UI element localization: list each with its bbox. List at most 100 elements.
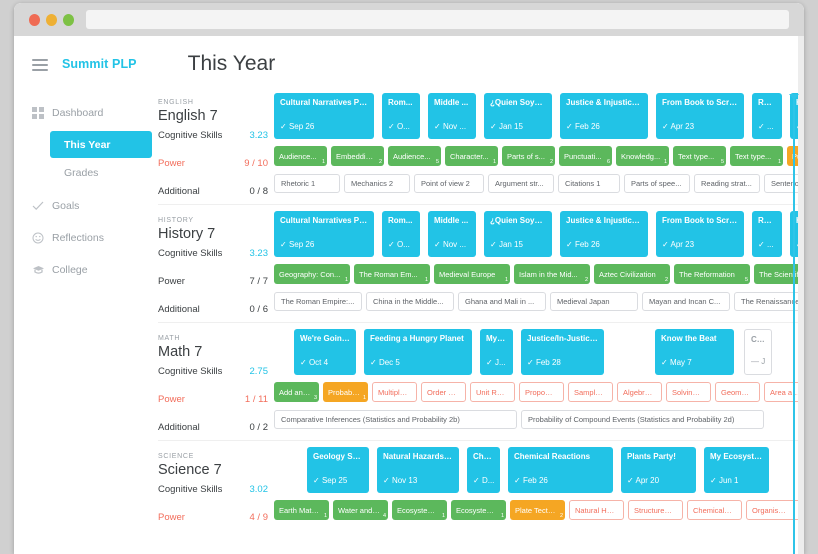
power-focus-chip[interactable]: Medieval Europe 1 [434, 264, 510, 284]
power-focus-chip[interactable]: Knowledg... 1 [616, 146, 669, 166]
subject-name[interactable]: Math 7 [158, 344, 268, 360]
power-focus-chip[interactable]: Text type... 1 [730, 146, 783, 166]
project-card[interactable]: Middle ... ✓ Nov ... [428, 93, 476, 139]
project-card[interactable]: Middle ... ✓ Nov ... [428, 211, 476, 257]
chip-label: Parts of spee... [631, 179, 682, 188]
power-focus-chip[interactable]: Embeddin... 2 [331, 146, 384, 166]
sidebar-item-this-year[interactable]: This Year [50, 131, 152, 158]
power-focus-chip[interactable]: Audience... 1 [274, 146, 327, 166]
address-bar[interactable] [86, 10, 789, 29]
additional-focus-chip[interactable]: Argument str... [488, 174, 554, 193]
project-card[interactable]: Plants Party! ✓ Apr 20 [621, 447, 696, 493]
graduation-cap-icon [32, 264, 52, 276]
project-card[interactable]: Geology Story ✓ Sep 25 [307, 447, 369, 493]
project-card[interactable]: CSI: ... — J... [744, 329, 772, 375]
project-card[interactable]: Myst... ✓ J... [480, 329, 513, 375]
window-controls[interactable] [29, 13, 74, 26]
maximize-window-button[interactable] [63, 13, 74, 26]
additional-focus-chip[interactable]: Parts of spee... [624, 174, 690, 193]
power-focus-chip[interactable]: Aztec Civilization 2 [594, 264, 670, 284]
power-focus-chip[interactable]: Algebrai... [617, 382, 662, 402]
additional-focus-chip[interactable]: Probability of Compound Events (Statisti… [521, 410, 764, 429]
subject-name[interactable]: Science 7 [158, 462, 268, 478]
power-focus-chip[interactable]: Order of... [421, 382, 466, 402]
additional-focus-chip[interactable]: Medieval Japan [550, 292, 638, 311]
power-focus-chip[interactable]: Multiply... [372, 382, 417, 402]
power-focus-chip[interactable]: Audience... 5 [388, 146, 441, 166]
project-card[interactable]: Rom... ✓ O... [382, 93, 420, 139]
power-focus-chip[interactable]: Add and... 3 [274, 382, 319, 402]
additional-focus-chip[interactable]: Mechanics 2 [344, 174, 410, 193]
power-focus-chip[interactable]: Organisms... [746, 500, 801, 520]
sidebar-item-reflections[interactable]: Reflections [32, 224, 158, 252]
power-focus-chip[interactable]: Ecosystem... 1 [392, 500, 447, 520]
brand-logo[interactable]: Summit PLP [62, 57, 137, 71]
power-focus-chip[interactable]: Plate Tecto... 2 [510, 500, 565, 520]
project-card[interactable]: From Book to Screen ✓ Apr 23 [656, 93, 744, 139]
power-focus-chip[interactable]: Punctuati... 6 [559, 146, 612, 166]
project-card[interactable]: Justice & Injustice In... ✓ Feb 26 [560, 211, 648, 257]
power-focus-chip[interactable]: Probabi... 1 [323, 382, 368, 402]
close-window-button[interactable] [29, 13, 40, 26]
additional-focus-chip[interactable]: Point of view 2 [414, 174, 484, 193]
project-card[interactable]: Cultural Narratives Proj... ✓ Sep 26 [274, 93, 374, 139]
project-card[interactable]: Feeding a Hungry Planet ✓ Dec 5 [364, 329, 472, 375]
additional-focus-chip[interactable]: Rhetoric 1 [274, 174, 340, 193]
additional-focus-chip[interactable]: China in the Middle... [366, 292, 454, 311]
sidebar-item-grades[interactable]: Grades [32, 160, 158, 186]
project-card[interactable]: Justice/In-Justice: ... ✓ Feb 28 [521, 329, 604, 375]
project-card[interactable]: My Ecosystem ✓ Jun 1 [704, 447, 769, 493]
power-focus-chip[interactable]: Geography: Con... 1 [274, 264, 350, 284]
power-focus-chip[interactable]: Structure a... [628, 500, 683, 520]
project-card[interactable]: Chemical Reactions ✓ Feb 26 [508, 447, 613, 493]
additional-focus-chip[interactable]: Reading strat... [694, 174, 760, 193]
project-card[interactable]: Rom... ✓ O... [382, 211, 420, 257]
project-card[interactable]: We're Going o... ✓ Oct 4 [294, 329, 356, 375]
project-card[interactable]: Rev... ✓ ... [752, 93, 782, 139]
project-card[interactable]: From Book to Screen ✓ Apr 23 [656, 211, 744, 257]
project-card[interactable]: Chan... ✓ D... [467, 447, 500, 493]
power-focus-chip[interactable]: Samplin... [568, 382, 613, 402]
additional-focus-chip[interactable]: The Renaissance [734, 292, 804, 311]
project-card[interactable]: ¿Quien Soy?: T... ✓ Jan 15 [484, 211, 552, 257]
subject-name[interactable]: English 7 [158, 108, 268, 124]
power-focus-chip[interactable]: Unit Rat... [470, 382, 515, 402]
additional-focus-chip[interactable]: The Roman Empire:... [274, 292, 362, 311]
project-card[interactable]: Justice & Injustice In... ✓ Feb 26 [560, 93, 648, 139]
power-focus-chip[interactable]: Text type... 5 [673, 146, 726, 166]
chip-label: Earth Mate... [279, 505, 321, 515]
additional-focus-chip[interactable]: Citations 1 [558, 174, 620, 193]
subject-name[interactable]: History 7 [158, 226, 268, 242]
power-focus-chip[interactable]: The Roman Em... 1 [354, 264, 430, 284]
power-focus-chip[interactable]: Chemical R... [687, 500, 742, 520]
metric-label: Cognitive Skills [158, 248, 223, 259]
sidebar-item-goals[interactable]: Goals [32, 192, 158, 220]
hamburger-icon[interactable] [32, 58, 48, 71]
additional-focus-chip[interactable]: Comparative Inferences (Statistics and P… [274, 410, 517, 429]
power-focus-chip[interactable]: Parts of s... 2 [502, 146, 555, 166]
power-focus-chip[interactable]: Natural Ha... [569, 500, 624, 520]
power-focus-chip[interactable]: Earth Mate... 1 [274, 500, 329, 520]
project-card[interactable]: Rev... ✓ ... [752, 211, 782, 257]
additional-focus-chip[interactable]: Mayan and Incan C... [642, 292, 730, 311]
sidebar-item-college[interactable]: College [32, 256, 158, 284]
power-focus-chip[interactable]: Ecosystem... 1 [451, 500, 506, 520]
power-focus-chip[interactable]: Character... 1 [445, 146, 498, 166]
project-card[interactable]: Cultural Narratives Proj... ✓ Sep 26 [274, 211, 374, 257]
vertical-scrollbar[interactable] [798, 36, 804, 554]
power-focus-chip[interactable]: Islam in the Mid... 2 [514, 264, 590, 284]
power-focus-chip[interactable]: The Scientific R...3 [754, 264, 804, 284]
sidebar-item-dashboard[interactable]: Dashboard [32, 99, 158, 127]
additional-focus-chip[interactable]: Ghana and Mali in ... [458, 292, 546, 311]
minimize-window-button[interactable] [46, 13, 57, 26]
project-card[interactable]: Natural Hazards: C... ✓ Nov 13 [377, 447, 459, 493]
project-card[interactable]: Know the Beat ✓ May 7 [655, 329, 734, 375]
project-card[interactable]: ¿Quien Soy?: T... ✓ Jan 15 [484, 93, 552, 139]
power-focus-chip[interactable]: Proporti... [519, 382, 564, 402]
timeline-main[interactable]: ENGLISH English 7 Cognitive Skills 3.23 Powe… [158, 91, 804, 554]
power-focus-chip[interactable]: The Reformation 5 [674, 264, 750, 284]
power-focus-chip[interactable]: Geomet... [715, 382, 760, 402]
power-focus-chip[interactable]: Water and t... 4 [333, 500, 388, 520]
power-focus-chip[interactable]: Solving ... [666, 382, 711, 402]
project-date: ✓ Jan 15 [490, 240, 546, 257]
